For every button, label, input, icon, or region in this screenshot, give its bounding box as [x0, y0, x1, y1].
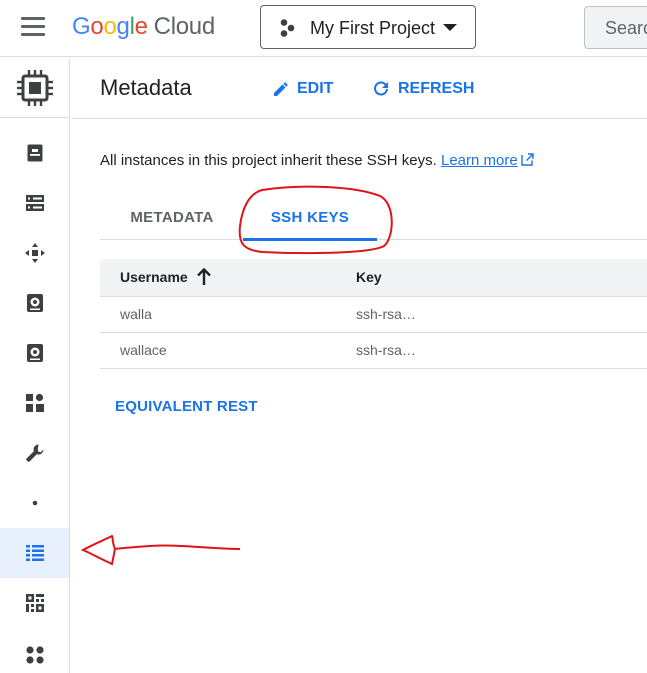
- snapshots-icon[interactable]: [0, 328, 69, 378]
- learn-more-link[interactable]: Learn more: [441, 152, 534, 169]
- google-cloud-logo[interactable]: Google Cloud: [72, 10, 215, 44]
- dot-icon[interactable]: [0, 478, 69, 528]
- pencil-icon: [274, 82, 288, 96]
- dropdown-caret-icon: [443, 24, 457, 31]
- tab-bar: METADATA SSH KEYS: [100, 194, 647, 241]
- external-link-icon: [521, 153, 534, 166]
- images-icon[interactable]: [0, 378, 69, 428]
- table-row[interactable]: walla ssh-rsa…: [100, 296, 647, 333]
- edit-button[interactable]: EDIT: [272, 77, 333, 101]
- compute-engine-icon[interactable]: [0, 58, 69, 118]
- table-row[interactable]: wallace ssh-rsa…: [100, 332, 647, 369]
- search-input[interactable]: [605, 18, 647, 39]
- annotation-arrow: [80, 534, 241, 566]
- key-cell: ssh-rsa…: [356, 332, 647, 369]
- key-cell: ssh-rsa…: [356, 296, 647, 333]
- project-dots-icon: [280, 19, 295, 37]
- page-title: Metadata: [100, 75, 192, 100]
- top-bar: Google Cloud My First Project: [0, 0, 647, 57]
- settings-wrench-icon[interactable]: [0, 428, 69, 478]
- search-box[interactable]: [584, 6, 647, 49]
- main-menu-icon[interactable]: [21, 17, 45, 37]
- os-patch-icon[interactable]: [0, 578, 69, 628]
- disks-icon[interactable]: [0, 278, 69, 328]
- left-nav: [0, 58, 70, 673]
- sort-ascending-arrow-icon[interactable]: [196, 268, 212, 286]
- tab-metadata[interactable]: METADATA: [100, 194, 244, 240]
- metadata-icon[interactable]: [0, 528, 69, 578]
- username-cell: wallace: [100, 332, 356, 369]
- refresh-icon: [374, 81, 388, 96]
- project-selector[interactable]: My First Project: [260, 5, 476, 49]
- ssh-keys-table: Username Key walla ssh-rsa… wallace ssh-…: [100, 259, 647, 369]
- project-name: My First Project: [310, 18, 436, 38]
- tab-ssh-keys[interactable]: SSH KEYS: [243, 194, 377, 241]
- page-header: Metadata EDIT REFRESH: [71, 58, 647, 119]
- column-header-key[interactable]: Key: [356, 259, 647, 297]
- ssh-keys-info: All instances in this project inherit th…: [100, 152, 534, 169]
- equivalent-rest-button[interactable]: EQUIVALENT REST: [115, 398, 258, 415]
- table-header-row: Username Key: [100, 259, 647, 297]
- vm-instances-icon[interactable]: [0, 128, 69, 178]
- instance-groups-icon[interactable]: [0, 228, 69, 278]
- more-icon[interactable]: [0, 630, 69, 673]
- instance-templates-icon[interactable]: [0, 178, 69, 228]
- column-header-username[interactable]: Username: [100, 259, 356, 297]
- refresh-button[interactable]: REFRESH: [371, 77, 474, 101]
- username-cell: walla: [100, 296, 356, 333]
